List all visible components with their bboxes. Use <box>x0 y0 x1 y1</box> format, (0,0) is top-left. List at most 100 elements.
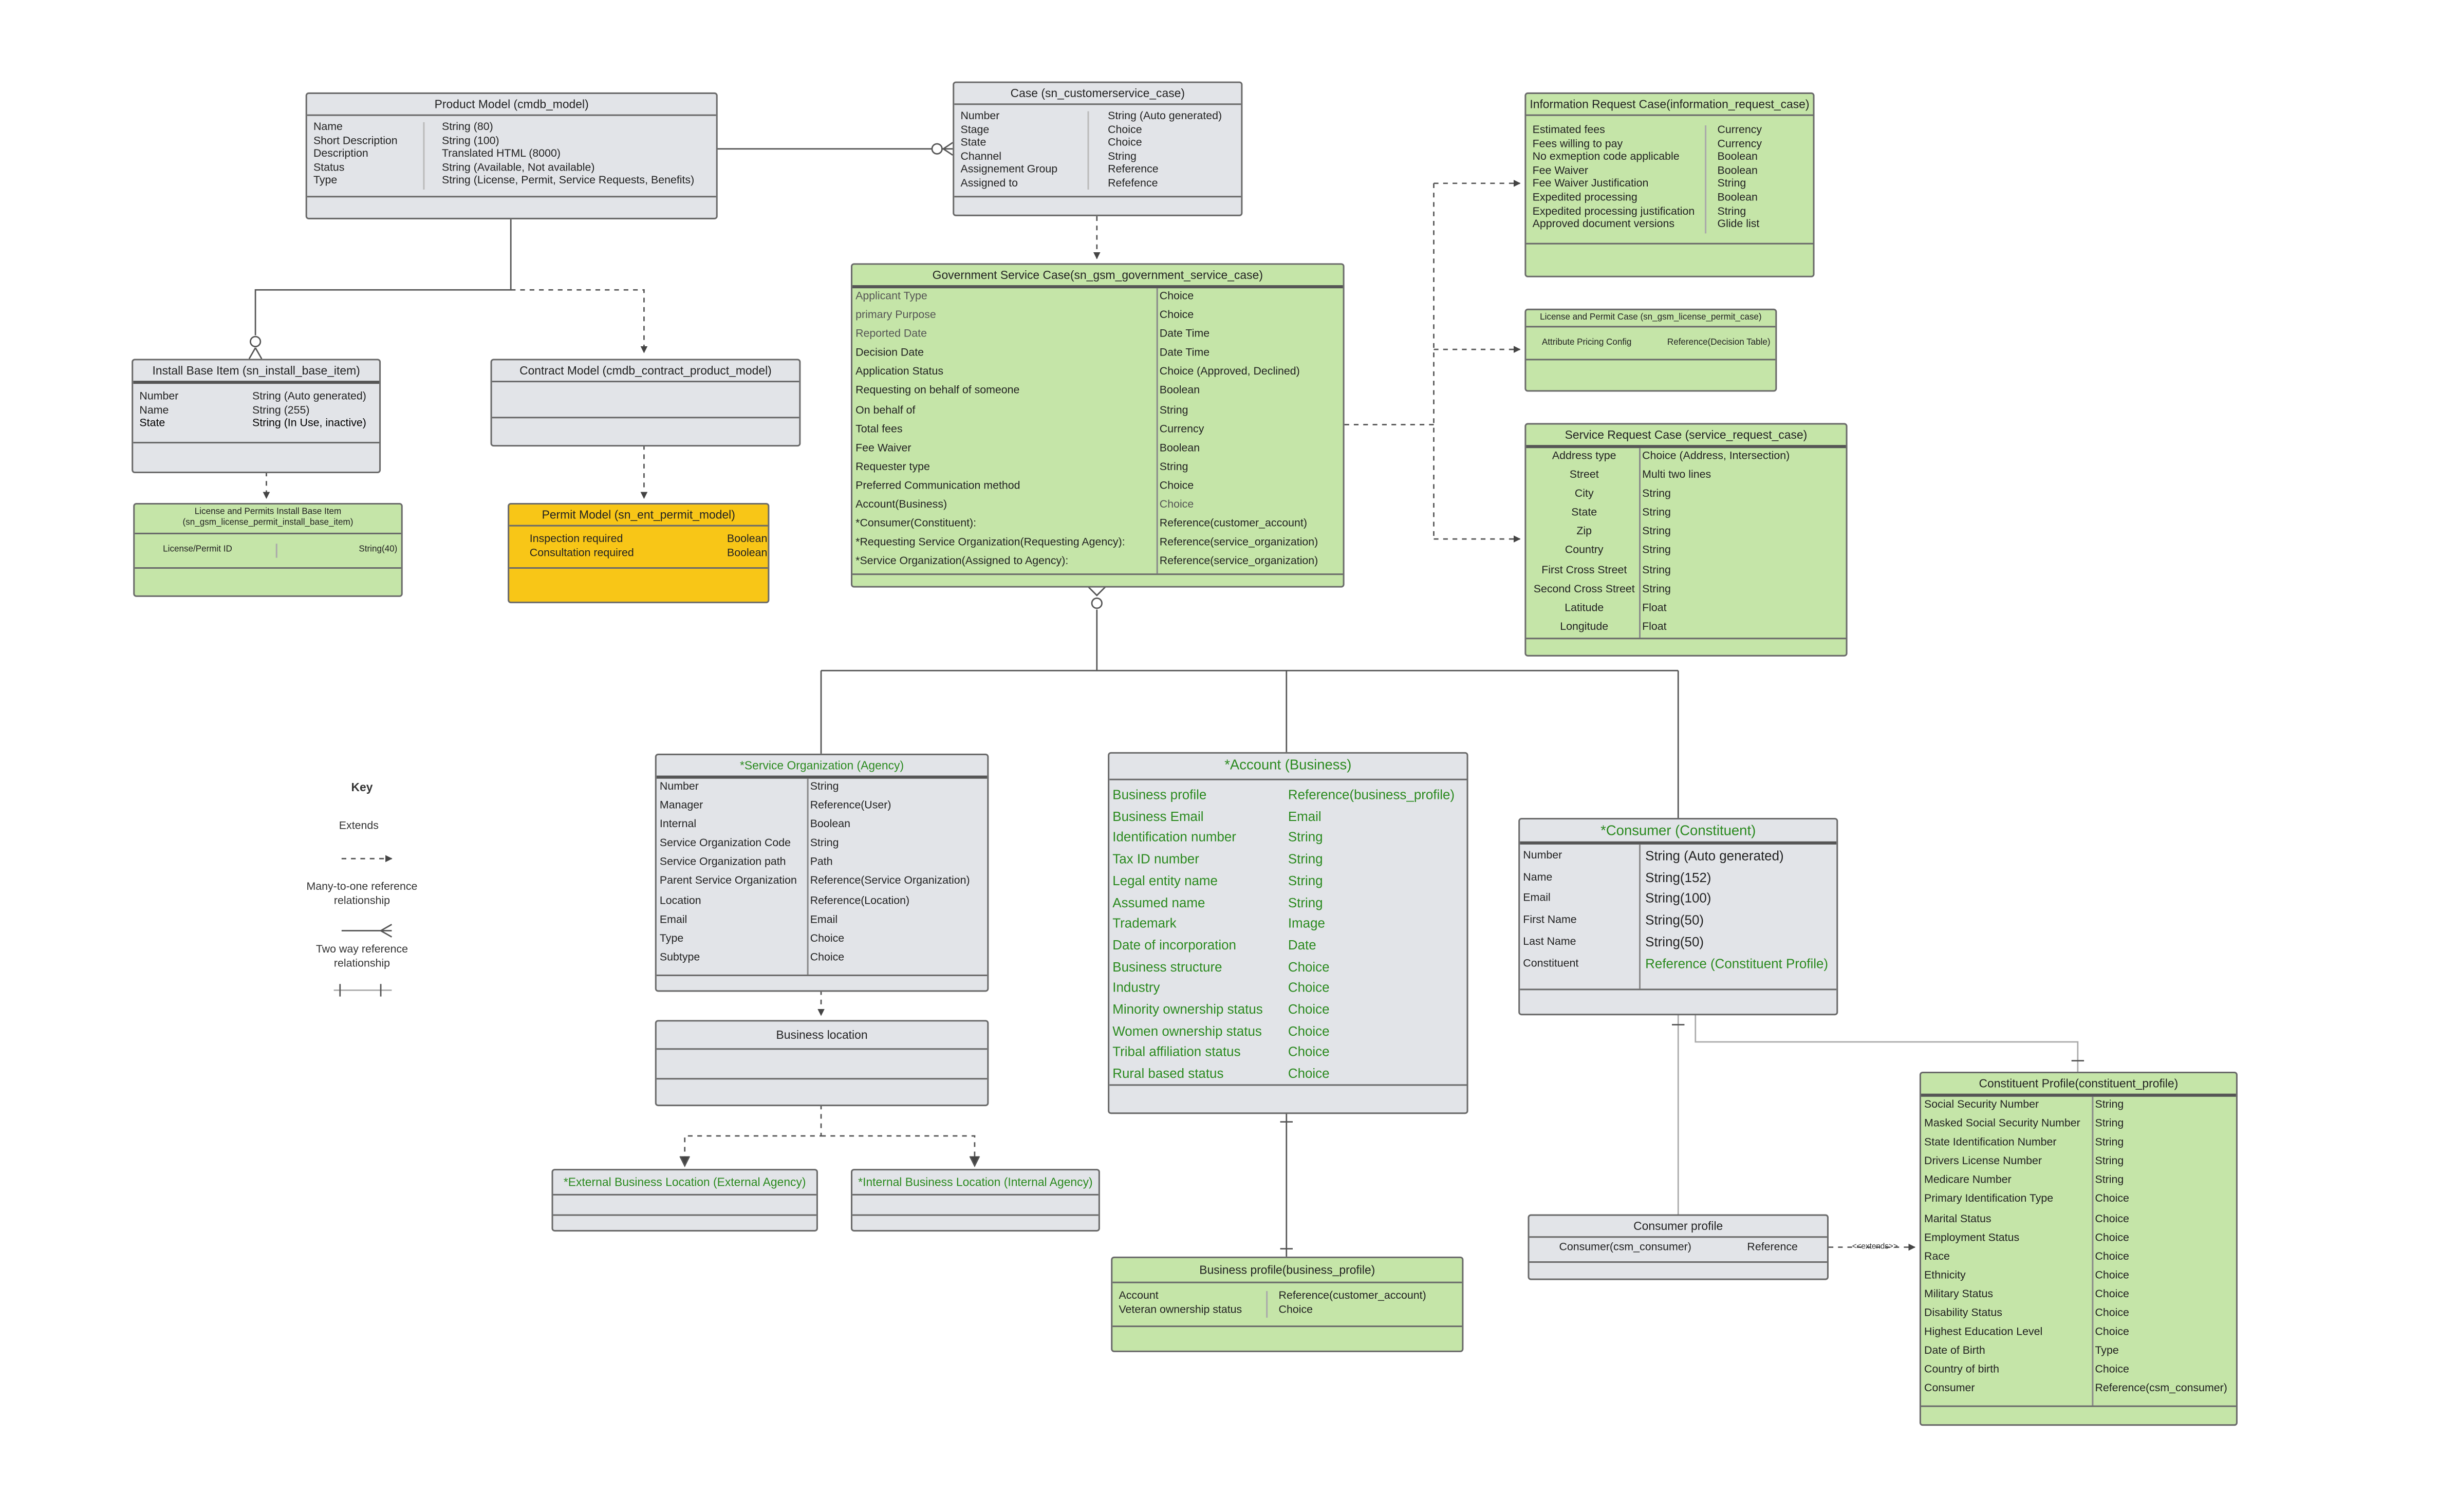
entity-title: Information Request Case(information_req… <box>1526 94 1813 116</box>
entity-title: Case (sn_customerservice_case) <box>954 83 1241 105</box>
field-row: Fees willing to pay Currency <box>1532 139 1762 150</box>
field-row: Longitude Float <box>1560 622 1667 633</box>
field-row: Fee Waiver Justification String <box>1532 179 1746 191</box>
entity-permit-model[interactable]: Permit Model (sn_ent_permit_model) Inspe… <box>508 502 770 604</box>
entity-service-organization[interactable]: *Service Organization (Agency) Number Str… <box>655 753 989 992</box>
field-row: Application Status Choice (Approved, Decl… <box>855 367 1300 379</box>
entity-information-request-case[interactable]: Information Request Case(information_req… <box>1524 92 1815 277</box>
field-row: Number String <box>659 781 839 793</box>
field-row: Disability Status Choice <box>1924 1308 2129 1319</box>
entity-title: Business profile(business_profile) <box>1112 1258 1462 1283</box>
entity-account-business[interactable]: *Account (Business) Business profile Refe… <box>1108 752 1468 1114</box>
entity-title: *Service Organization (Agency) <box>656 755 988 779</box>
entity-title: *Consumer (Constituent) <box>1520 819 1837 845</box>
field-row: Medicare Number String <box>1924 1175 2124 1187</box>
field-row: Expedited processing Boolean <box>1532 193 1758 204</box>
field-row: Preferred Communication method Choice <box>855 481 1194 492</box>
field-row: Service Organization Code String <box>659 838 839 850</box>
diagram-canvas: <<extends>> Product Model (cmdb_model) N… <box>0 0 2457 1512</box>
entity-title: License and Permit Case (sn_gsm_license_… <box>1526 310 1776 328</box>
field-row: Women ownership status Choice <box>1112 1022 1330 1039</box>
field-row: Account Reference(customer_account) <box>1119 1291 1426 1302</box>
entity-consumer-profile[interactable]: Consumer profile Consumer(csm_consumer) R… <box>1528 1214 1829 1280</box>
field-row: Type String (License, Permit, Service Req… <box>313 176 695 188</box>
field-row: Fee Waiver Boolean <box>1532 165 1758 177</box>
field-row: Approved document versions Glide list <box>1532 219 1760 231</box>
field-row: Primary Identification Type Choice <box>1924 1194 2129 1206</box>
entity-constituent-profile[interactable]: Constituent Profile(constituent_profile)… <box>1919 1071 2238 1426</box>
field-row: Date of incorporation Date <box>1112 937 1316 953</box>
entity-title: Consumer profile <box>1529 1216 1827 1238</box>
entity-case[interactable]: Case (sn_customerservice_case) Number Str… <box>953 81 1243 216</box>
entity-external-business-location[interactable]: *External Business Location (External Ag… <box>551 1169 818 1232</box>
field-row: City String <box>1574 489 1671 500</box>
field-row: Number String (Auto generated) <box>1523 847 1784 864</box>
entity-fields: Business profile Reference(business_profi… <box>1109 780 1467 1086</box>
field-row: Name String(152) <box>1523 869 1711 885</box>
legend-extends-label: Extends <box>339 821 379 832</box>
field-row: Legal entity name String <box>1112 872 1323 888</box>
field-row: Highest Education Level Choice <box>1924 1327 2129 1338</box>
field-row: Requesting on behalf of someone Boolean <box>855 386 1200 398</box>
field-row: Veteran ownership status Choice <box>1119 1304 1313 1316</box>
entity-contract-model[interactable]: Contract Model (cmdb_contract_product_mo… <box>490 359 801 447</box>
field-row: Type Choice <box>659 933 845 945</box>
entity-business-profile[interactable]: Business profile(business_profile) Accou… <box>1111 1256 1464 1352</box>
entity-title: Product Model (cmdb_model) <box>307 94 716 116</box>
field-row: First Cross Street String <box>1541 565 1671 576</box>
field-row: Stage Choice <box>960 124 1142 136</box>
entity-government-service-case[interactable]: Government Service Case(sn_gsm_governmen… <box>850 263 1345 588</box>
field-row: Last Name String(50) <box>1523 934 1704 949</box>
field-row: Requester type String <box>855 462 1188 473</box>
entity-service-request-case[interactable]: Service Request Case (service_request_ca… <box>1524 423 1848 657</box>
field-row: Attribute Pricing Config Reference(Decisi… <box>1541 338 1771 348</box>
entity-fields <box>553 1196 816 1216</box>
entity-title: Constituent Profile(constituent_profile) <box>1921 1073 2236 1097</box>
field-row: *Requesting Service Organization(Request… <box>855 537 1318 549</box>
entity-fields <box>656 1050 988 1080</box>
entity-license-permit-install-base[interactable]: License and Permits Install Base Item (s… <box>133 502 403 597</box>
legend-two-way-label: Two way reference relationship <box>315 944 408 969</box>
field-row: Consumer Reference(csm_consumer) <box>1924 1384 2227 1395</box>
entity-install-base-item[interactable]: Install Base Item (sn_install_base_item)… <box>132 359 381 474</box>
field-row: State String (In Use, inactive) <box>139 418 366 430</box>
field-row: Minority ownership status Choice <box>1112 1001 1330 1017</box>
field-row: *Service Organization(Assigned to Agency… <box>855 556 1318 568</box>
entity-fields <box>852 1196 1099 1216</box>
entity-title: License and Permits Install Base Item (s… <box>135 505 401 534</box>
field-row: Assigned to Refefence <box>960 178 1158 190</box>
field-row: Employment Status Choice <box>1924 1233 2129 1244</box>
field-row: Expedited processing justification String <box>1532 206 1746 217</box>
field-row: Name String (80) <box>313 122 493 134</box>
legend-many-to-one-label: Many-to-one reference relationship <box>306 882 418 907</box>
entity-business-location[interactable]: Business location <box>655 1020 989 1107</box>
field-row: Tribal affiliation status Choice <box>1112 1044 1330 1060</box>
field-row: Country of birth Choice <box>1924 1365 2129 1376</box>
field-row: Business structure Choice <box>1112 958 1330 974</box>
entity-fields: Number String (Auto generated) Name String… <box>1520 844 1837 991</box>
entity-title: Install Base Item (sn_install_base_item) <box>133 360 380 384</box>
entity-fields: Inspection required Boolean Consultation … <box>509 527 768 569</box>
entity-fields: Estimated fees Currency Fees willing to p… <box>1526 116 1813 245</box>
entity-title: Contract Model (cmdb_contract_product_mo… <box>492 360 799 383</box>
entity-fields <box>492 382 799 419</box>
field-row: Decision Date Date Time <box>855 348 1210 360</box>
field-row: Status String (Available, Not available) <box>313 162 595 174</box>
entity-license-permit-case[interactable]: License and Permit Case (sn_gsm_license_… <box>1524 308 1777 392</box>
entity-consumer-constituent[interactable]: *Consumer (Constituent) Number String (Au… <box>1518 817 1838 1016</box>
entity-internal-business-location[interactable]: *Internal Business Location (Internal Ag… <box>850 1169 1100 1232</box>
field-row: Latitude Float <box>1565 603 1667 614</box>
field-row: Business profile Reference(business_profi… <box>1112 786 1455 802</box>
field-row: Assignement Group Reference <box>960 165 1159 176</box>
entity-title: Business location <box>656 1021 988 1050</box>
field-row: Consultation required Boolean <box>529 548 768 559</box>
entity-title: Service Request Case (service_request_ca… <box>1526 424 1846 449</box>
field-row: No exmeption code applicable Boolean <box>1532 152 1758 163</box>
field-row: Identification number String <box>1112 829 1323 846</box>
field-row: On behalf of String <box>855 405 1188 416</box>
field-row: Date of Birth Type <box>1924 1346 2119 1357</box>
entity-fields: Name String (80) Short Description String … <box>307 116 716 198</box>
entity-fields: Number String Manager Reference(User) Inte… <box>656 778 988 976</box>
field-row: Name String (255) <box>139 405 310 416</box>
entity-product-model[interactable]: Product Model (cmdb_model) Name String (8… <box>305 92 718 219</box>
